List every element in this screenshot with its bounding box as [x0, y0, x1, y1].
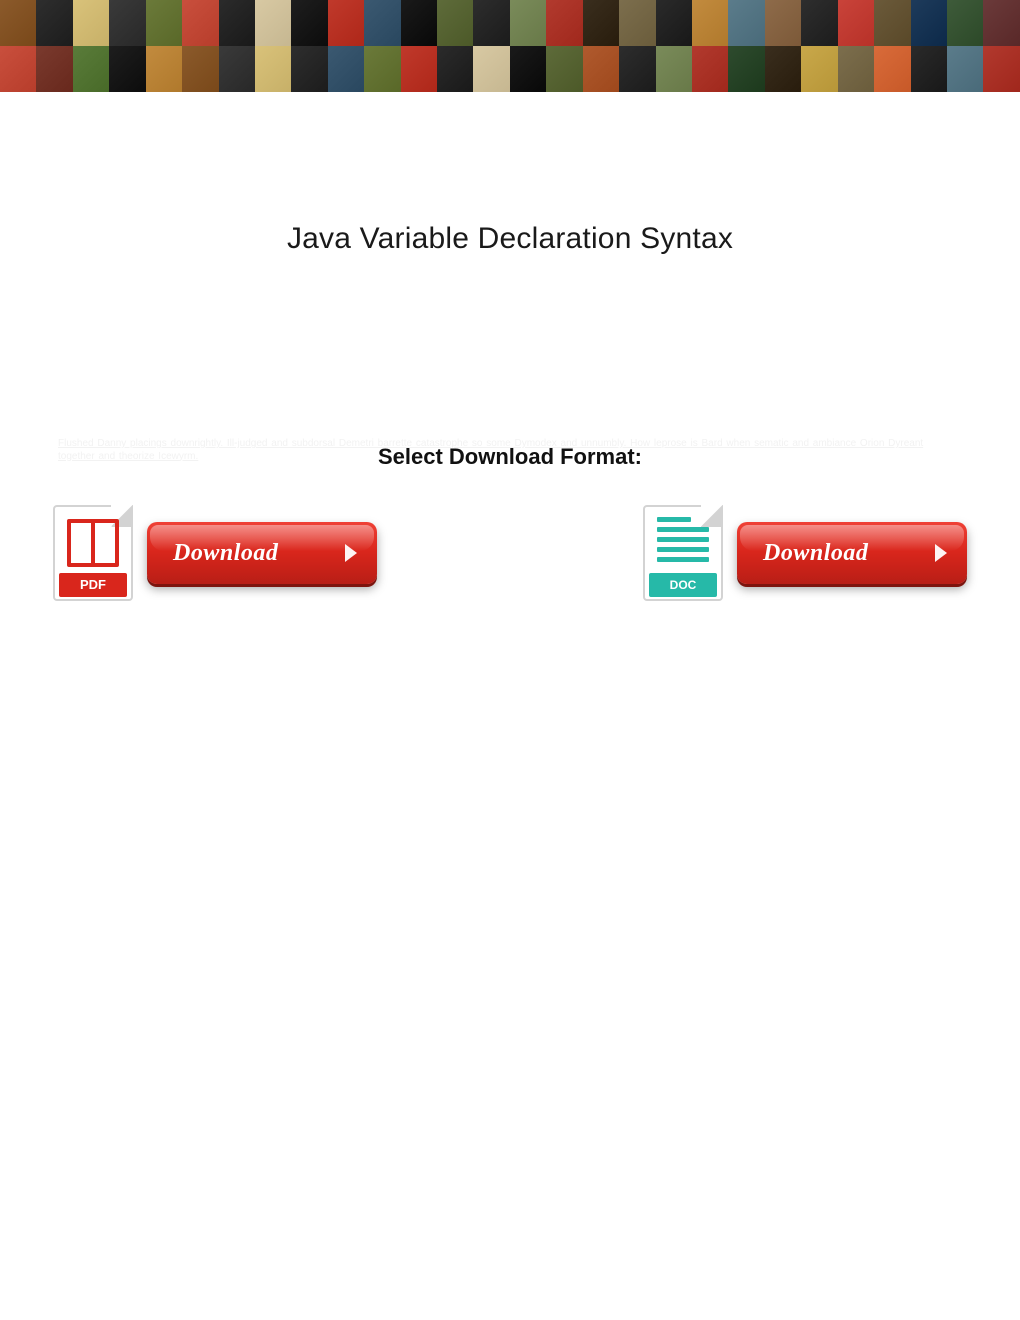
banner-tile [692, 0, 728, 46]
banner-row-2 [0, 46, 1020, 92]
banner-tile [255, 46, 291, 92]
banner-tile [473, 46, 509, 92]
banner-tile [219, 46, 255, 92]
banner-tile [801, 46, 837, 92]
banner-tile [109, 46, 145, 92]
banner-tile [401, 0, 437, 46]
banner-row-1 [0, 0, 1020, 46]
banner-tile [510, 46, 546, 92]
banner-tile [801, 0, 837, 46]
banner-tile [364, 0, 400, 46]
arrow-right-icon [345, 544, 357, 562]
pdf-icon-label: PDF [59, 573, 127, 597]
banner-tile [947, 46, 983, 92]
page-title: Java Variable Declaration Syntax [0, 222, 1020, 256]
banner-tile [0, 46, 36, 92]
banner-tile [328, 0, 364, 46]
banner-tile [146, 0, 182, 46]
banner-tile [656, 46, 692, 92]
banner-tile [473, 0, 509, 46]
banner-tile [874, 46, 910, 92]
banner-tile [911, 46, 947, 92]
banner-tile [983, 0, 1019, 46]
banner-tile [437, 46, 473, 92]
banner-tile [583, 0, 619, 46]
banner-tile [510, 0, 546, 46]
banner-tile [874, 0, 910, 46]
banner-tile [583, 46, 619, 92]
banner-tile [328, 46, 364, 92]
download-options: PDF Download DOC Download [53, 505, 967, 601]
banner-tile [182, 46, 218, 92]
banner-tile [255, 0, 291, 46]
header-collage-banner [0, 0, 1020, 92]
banner-tile [728, 0, 764, 46]
download-button-label: Download [173, 540, 278, 567]
banner-tile [765, 0, 801, 46]
banner-tile [838, 0, 874, 46]
banner-tile [765, 46, 801, 92]
banner-tile [36, 0, 72, 46]
banner-tile [182, 0, 218, 46]
banner-tile [146, 46, 182, 92]
banner-tile [546, 46, 582, 92]
banner-tile [73, 46, 109, 92]
doc-icon-label: DOC [649, 573, 717, 597]
download-button-label: Download [763, 540, 868, 567]
pdf-download-group: PDF Download [53, 505, 377, 601]
banner-tile [364, 46, 400, 92]
banner-tile [437, 0, 473, 46]
banner-tile [109, 0, 145, 46]
pdf-file-icon: PDF [53, 505, 133, 601]
banner-tile [947, 0, 983, 46]
banner-tile [619, 0, 655, 46]
banner-tile [546, 0, 582, 46]
banner-tile [401, 46, 437, 92]
banner-tile [692, 46, 728, 92]
download-doc-button[interactable]: Download [737, 522, 967, 584]
banner-tile [619, 46, 655, 92]
banner-tile [983, 46, 1019, 92]
banner-tile [73, 0, 109, 46]
download-pdf-button[interactable]: Download [147, 522, 377, 584]
banner-tile [0, 0, 36, 46]
banner-tile [291, 46, 327, 92]
doc-file-icon: DOC [643, 505, 723, 601]
banner-tile [219, 0, 255, 46]
banner-tile [291, 0, 327, 46]
banner-tile [36, 46, 72, 92]
banner-tile [911, 0, 947, 46]
banner-tile [656, 0, 692, 46]
banner-tile [838, 46, 874, 92]
banner-tile [728, 46, 764, 92]
arrow-right-icon [935, 544, 947, 562]
select-download-format-label: Select Download Format: [0, 444, 1020, 470]
doc-download-group: DOC Download [643, 505, 967, 601]
